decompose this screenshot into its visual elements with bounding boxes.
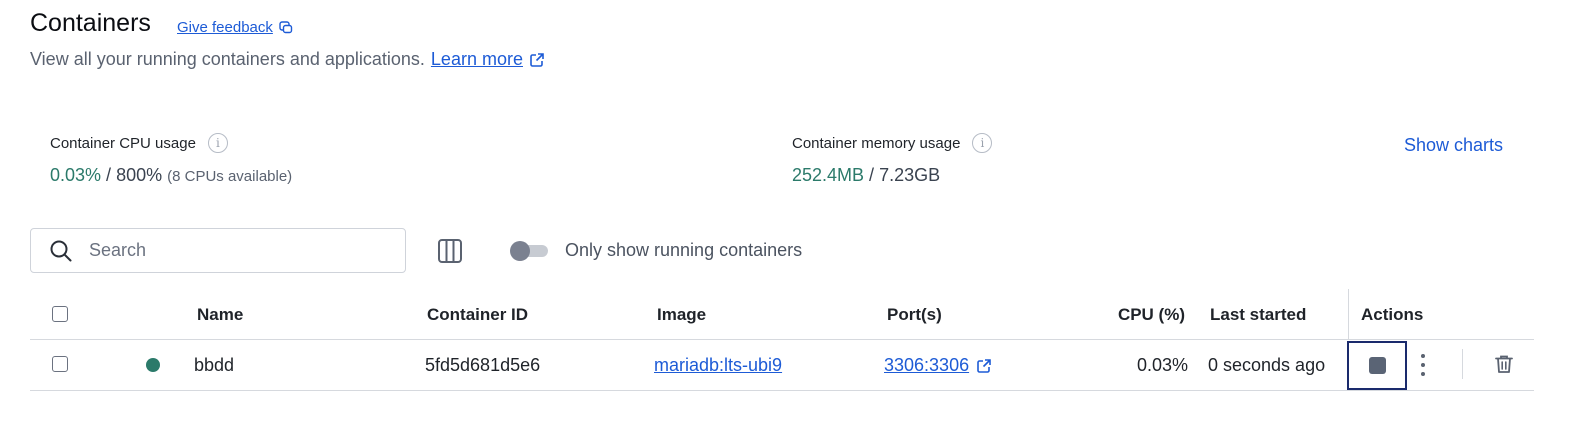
cpu-usage-label-row: Container CPU usage i <box>50 133 292 153</box>
more-actions-icon[interactable] <box>1415 352 1431 378</box>
info-icon[interactable]: i <box>972 133 993 153</box>
running-only-label: Only show running containers <box>565 240 803 260</box>
table-bottom-divider <box>30 390 1534 391</box>
toggle-knob <box>510 241 530 261</box>
cpu-used: 0.03% <box>50 165 102 185</box>
image-link[interactable]: mariadb:lts-ubi9 <box>654 355 782 375</box>
image-cell: mariadb:lts-ubi9 <box>654 355 782 376</box>
cpu-usage-label: Container CPU usage <box>50 134 196 152</box>
running-status-dot <box>146 358 160 372</box>
header-name[interactable]: Name <box>197 305 243 325</box>
header-ports[interactable]: Port(s) <box>887 305 942 325</box>
memory-separator: / <box>864 165 880 185</box>
subtitle-text: View all your running containers and app… <box>30 49 425 69</box>
give-feedback-link[interactable]: Give feedback <box>177 19 293 36</box>
ports-cell: 3306:3306 <box>884 355 992 376</box>
cpu-separator: / <box>101 165 117 185</box>
search-icon <box>50 240 72 261</box>
stop-button[interactable] <box>1347 341 1407 390</box>
actions-column-divider <box>1348 289 1349 339</box>
row-checkbox[interactable] <box>52 356 68 372</box>
page-title: Containers <box>30 9 151 37</box>
cpu-usage-value: 0.03% / 800% (8 CPUs available) <box>50 165 292 186</box>
feedback-icon <box>279 20 293 33</box>
running-only-toggle[interactable] <box>510 241 548 261</box>
stop-icon <box>1368 357 1386 374</box>
cpu-note: (8 CPUs available) <box>167 168 293 185</box>
columns-icon[interactable] <box>436 237 464 265</box>
learn-more-link[interactable]: Learn more <box>431 49 523 70</box>
memory-total: 7.23GB <box>879 165 941 185</box>
table-header-divider <box>30 339 1534 340</box>
page-subtitle: View all your running containers and app… <box>30 49 545 70</box>
header-cpu[interactable]: CPU (%) <box>1085 305 1185 325</box>
header-container-id[interactable]: Container ID <box>427 305 528 325</box>
trash-icon[interactable] <box>1493 353 1515 375</box>
memory-usage-label-row: Container memory usage i <box>792 133 993 153</box>
header-last-started[interactable]: Last started <box>1210 305 1306 325</box>
select-all-checkbox[interactable] <box>52 306 68 322</box>
actions-divider <box>1462 349 1463 379</box>
memory-usage-metric: Container memory usage i 252.4MB / 7.23G… <box>792 133 993 186</box>
container-id: 5fd5d681d5e6 <box>425 355 541 375</box>
memory-used: 252.4MB <box>792 165 865 185</box>
info-icon[interactable]: i <box>207 133 228 153</box>
memory-usage-label: Container memory usage <box>792 134 961 152</box>
give-feedback-label: Give feedback <box>177 19 273 36</box>
container-name[interactable]: bbdd <box>194 355 234 376</box>
search-input[interactable] <box>87 239 391 262</box>
port-link[interactable]: 3306:3306 <box>884 355 969 376</box>
external-link-icon <box>530 52 544 67</box>
last-started-cell: 0 seconds ago <box>1208 355 1326 375</box>
memory-usage-value: 252.4MB / 7.23GB <box>792 165 992 186</box>
cpu-cell: 0.03% <box>1136 355 1188 375</box>
cpu-total: 800% <box>116 165 163 185</box>
show-charts-button[interactable]: Show charts <box>1404 135 1503 156</box>
cpu-usage-metric: Container CPU usage i 0.03% / 800% (8 CP… <box>50 133 292 186</box>
search-box[interactable] <box>30 228 406 273</box>
header-actions: Actions <box>1361 305 1424 324</box>
header-image[interactable]: Image <box>657 305 706 325</box>
external-link-icon <box>977 358 991 373</box>
